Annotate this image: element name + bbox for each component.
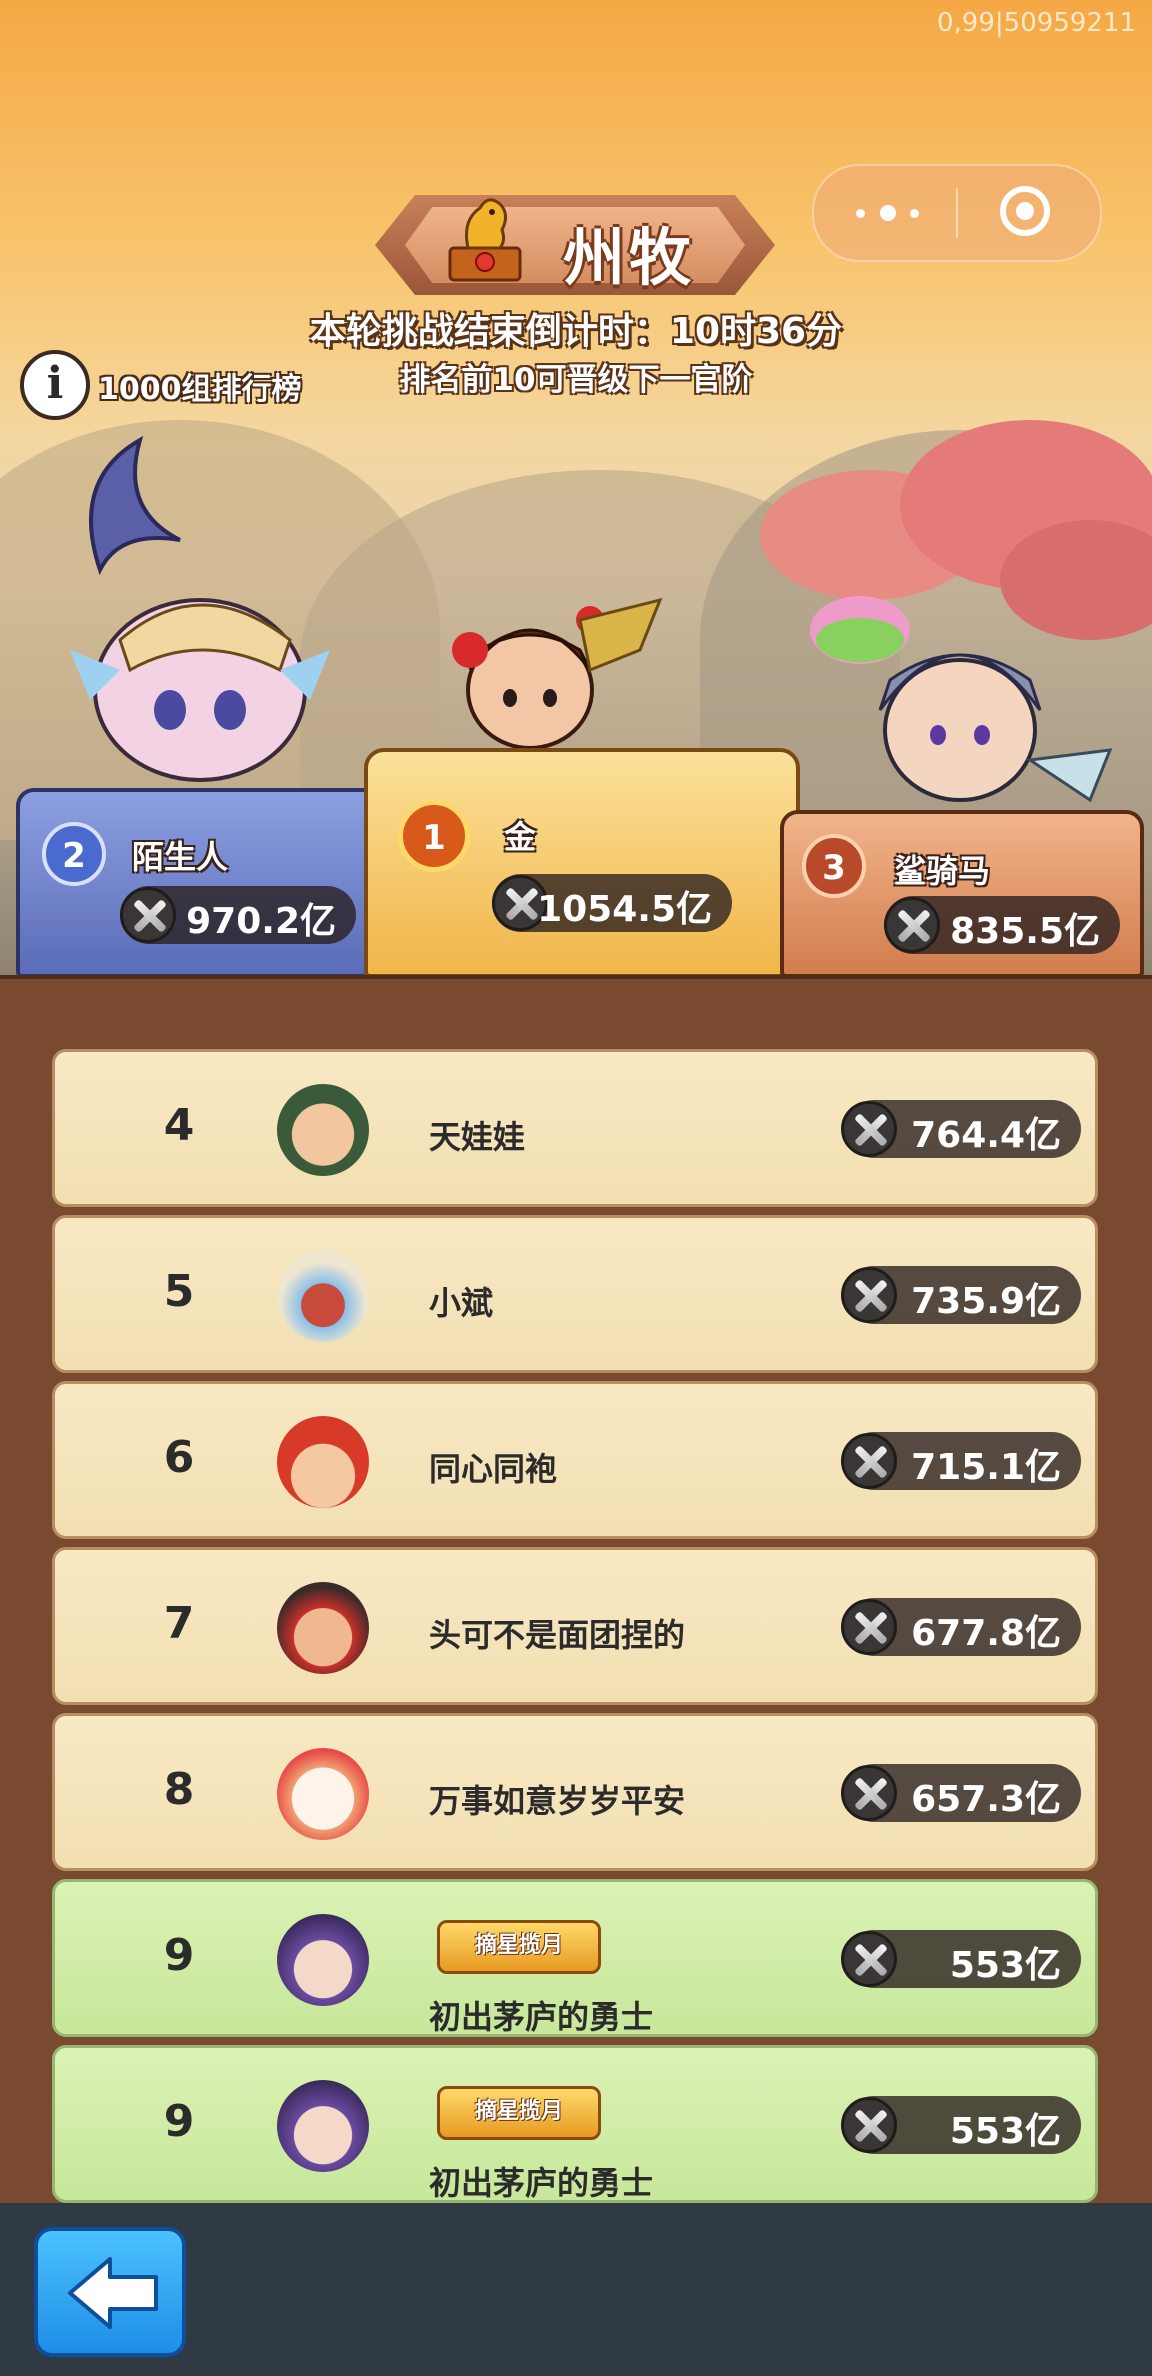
player-avatar[interactable] <box>277 1914 369 2006</box>
target-icon[interactable] <box>1000 186 1050 236</box>
rank-3-medal-icon: 3 <box>802 834 866 898</box>
title-badge: 摘星揽月 <box>437 1920 601 1974</box>
player-power: 553亿 <box>841 1930 1081 1988</box>
podium-power: 835.5亿 <box>884 896 1120 954</box>
ranking-row-highlight[interactable]: 9 摘星揽月 初出茅庐的勇士 553亿 <box>52 1879 1098 2037</box>
rank-banner: 州牧 <box>335 195 815 305</box>
podium-name: 陌生人 <box>132 838 229 876</box>
power-swords-icon <box>841 1765 897 1821</box>
podium-first[interactable]: 1 金 1054.5亿 <box>364 748 800 978</box>
podium-1-character <box>452 597 663 750</box>
player-power: 677.8亿 <box>841 1598 1081 1656</box>
power-swords-icon <box>841 1267 897 1323</box>
power-swords-icon <box>841 2097 897 2153</box>
podium-name: 鲨骑马 <box>894 852 991 890</box>
rank-2-medal-icon: 2 <box>42 822 106 886</box>
rank-title: 州牧 <box>563 221 696 294</box>
player-name: 天娃娃 <box>429 1118 526 1156</box>
player-name: 头可不是面团捏的 <box>429 1616 686 1654</box>
power-swords-icon <box>841 1931 897 1987</box>
podium-second[interactable]: 2 陌生人 970.2亿 <box>16 788 384 978</box>
player-name: 初出茅庐的勇士 <box>429 2164 654 2202</box>
power-swords-icon <box>841 1599 897 1655</box>
player-name: 小斌 <box>429 1284 494 1322</box>
row-rank: 5 <box>163 1266 195 1317</box>
player-name: 初出茅庐的勇士 <box>429 1998 654 2036</box>
podium-power: 1054.5亿 <box>492 874 732 932</box>
ranking-row[interactable]: 8 万事如意岁岁平安 657.3亿 <box>52 1713 1098 1871</box>
podium-power: 970.2亿 <box>120 886 356 944</box>
ranking-row[interactable]: 7 头可不是面团捏的 677.8亿 <box>52 1547 1098 1705</box>
row-rank: 7 <box>163 1598 195 1649</box>
countdown-text: 本轮挑战结束倒计时：10时36分 <box>309 311 843 352</box>
player-name: 万事如意岁岁平安 <box>429 1782 686 1820</box>
player-power: 553亿 <box>841 2096 1081 2154</box>
row-rank: 8 <box>163 1764 195 1815</box>
mini-program-capsule[interactable] <box>812 164 1102 262</box>
ranking-list-panel[interactable]: 4 天娃娃 764.4亿 5 小斌 735.9亿 6 同心同袍 715.1亿 7… <box>0 975 1152 2203</box>
capsule-divider <box>956 188 958 238</box>
power-swords-icon <box>120 887 176 943</box>
podium-name: 金 <box>504 818 537 856</box>
row-rank: 9 <box>163 2096 195 2147</box>
player-power: 735.9亿 <box>841 1266 1081 1324</box>
power-swords-icon <box>841 1433 897 1489</box>
player-avatar[interactable] <box>277 2080 369 2172</box>
version-text: 0,99|50959211 <box>937 8 1136 38</box>
player-avatar[interactable] <box>277 1748 369 1840</box>
ranking-row[interactable]: 4 天娃娃 764.4亿 <box>52 1049 1098 1207</box>
info-icon: i <box>46 358 64 409</box>
player-power: 764.4亿 <box>841 1100 1081 1158</box>
player-power: 715.1亿 <box>841 1432 1081 1490</box>
rank-1-medal-icon: 1 <box>398 800 470 872</box>
podium-3-character <box>810 596 1113 803</box>
player-power: 657.3亿 <box>841 1764 1081 1822</box>
leaderboard-label[interactable]: 1000组排行榜 <box>98 364 302 408</box>
row-rank: 9 <box>163 1930 195 1981</box>
trophy-icon <box>448 198 522 282</box>
ranking-row[interactable]: 5 小斌 735.9亿 <box>52 1215 1098 1373</box>
player-avatar[interactable] <box>277 1416 369 1508</box>
info-button[interactable]: i <box>20 350 90 420</box>
ranking-row[interactable]: 6 同心同袍 715.1亿 <box>52 1381 1098 1539</box>
back-arrow-icon <box>68 2257 158 2329</box>
title-badge: 摘星揽月 <box>437 2086 601 2140</box>
row-rank: 4 <box>163 1100 195 1151</box>
player-name: 同心同袍 <box>429 1450 558 1488</box>
player-avatar[interactable] <box>277 1582 369 1674</box>
ranking-row-highlight[interactable]: 9 摘星揽月 初出茅庐的勇士 553亿 <box>52 2045 1098 2203</box>
player-avatar[interactable] <box>277 1084 369 1176</box>
power-swords-icon <box>841 1101 897 1157</box>
back-button[interactable] <box>34 2227 186 2357</box>
row-rank: 6 <box>163 1432 195 1483</box>
power-swords-icon <box>884 897 940 953</box>
podium-third[interactable]: 3 鲨骑马 835.5亿 <box>780 810 1144 978</box>
podium-2-character <box>70 435 330 782</box>
player-avatar[interactable] <box>277 1250 369 1342</box>
bottom-bar <box>0 2203 1152 2376</box>
more-dots-icon[interactable] <box>854 194 924 232</box>
